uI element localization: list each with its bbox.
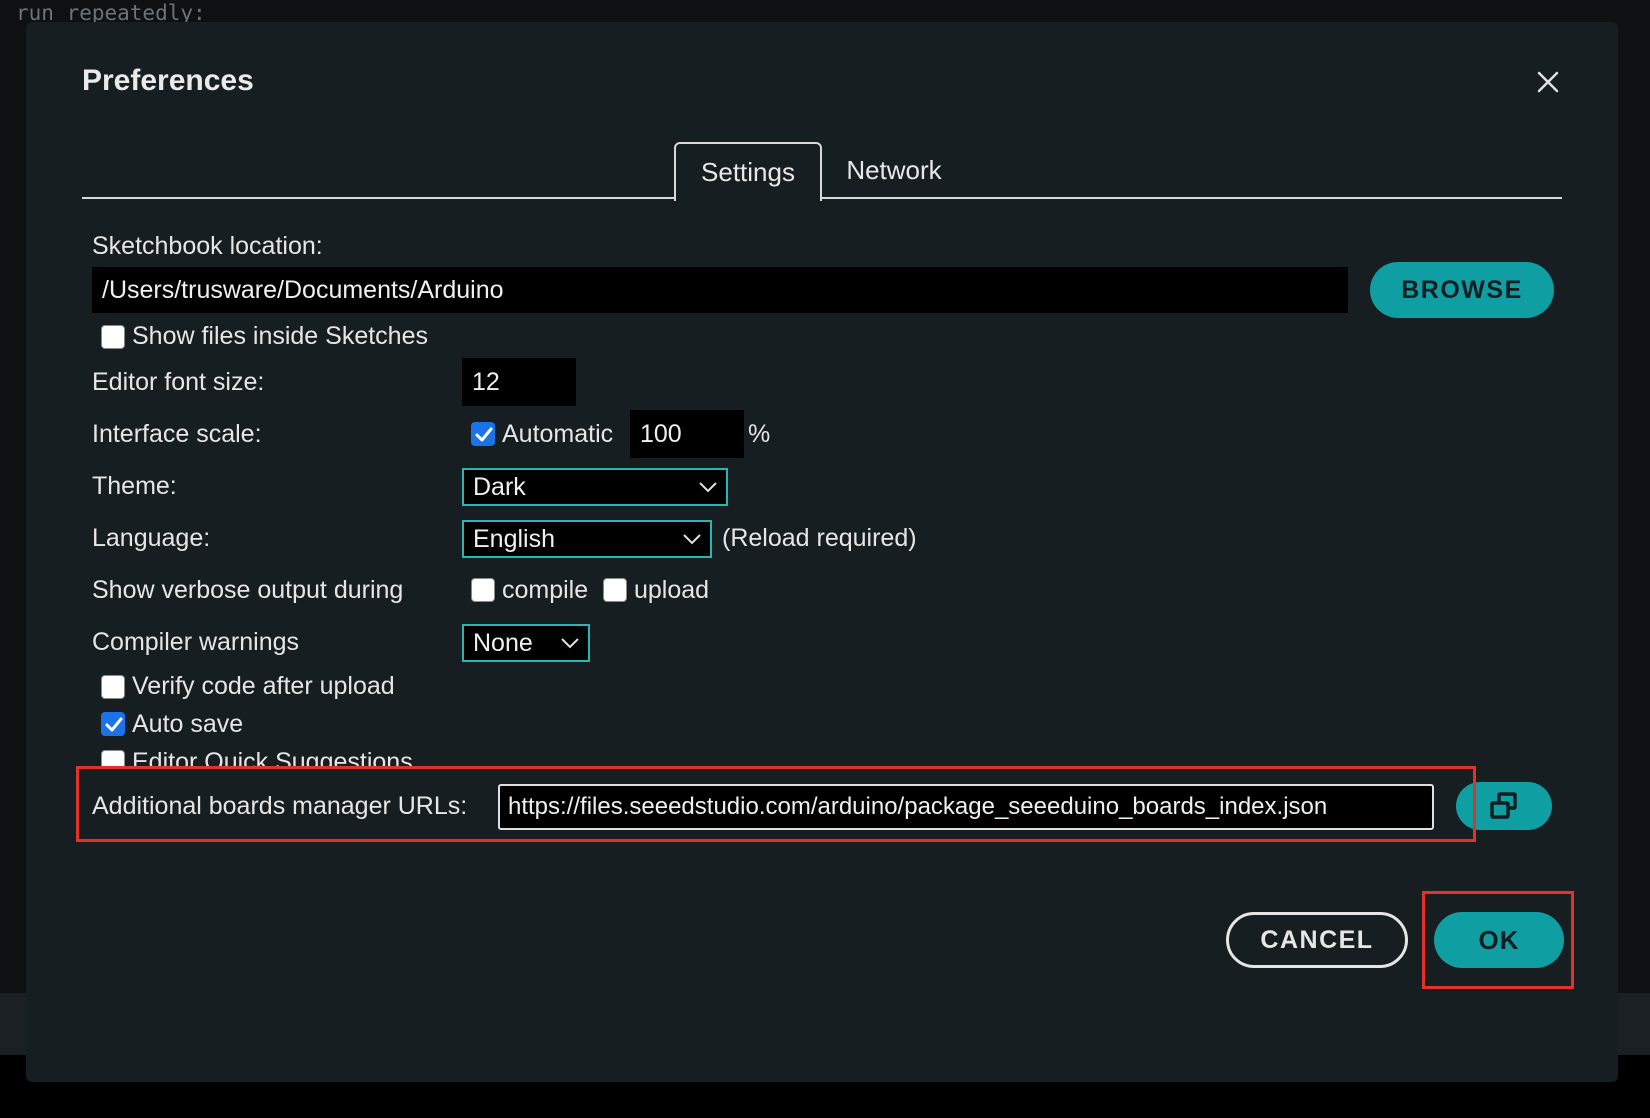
- compiler-warnings-select[interactable]: None: [462, 624, 590, 662]
- theme-select[interactable]: Dark: [462, 468, 728, 506]
- language-label: Language:: [92, 524, 211, 552]
- verbose-compile-label: compile: [502, 576, 589, 604]
- browse-button[interactable]: BROWSE: [1370, 262, 1554, 318]
- automatic-scale-checkbox[interactable]: [471, 422, 495, 446]
- checkmark-icon: [475, 427, 493, 442]
- sketchbook-location-input[interactable]: /Users/trusware/Documents/Arduino: [92, 267, 1348, 313]
- auto-save-label: Auto save: [132, 710, 244, 738]
- auto-save-checkbox[interactable]: [101, 712, 125, 736]
- language-select[interactable]: English: [462, 520, 712, 558]
- verbose-compile-checkbox[interactable]: [471, 578, 495, 602]
- percent-unit-label: %: [748, 420, 771, 448]
- compiler-warnings-label: Compiler warnings: [92, 628, 300, 656]
- show-files-checkbox[interactable]: [101, 325, 125, 349]
- language-selected-value: English: [473, 524, 555, 553]
- verbose-upload-checkbox[interactable]: [603, 578, 627, 602]
- chevron-down-icon: [683, 534, 701, 545]
- preferences-dialog: Preferences Settings Network Sketchbook …: [26, 22, 1618, 1082]
- sketchbook-label: Sketchbook location:: [92, 232, 323, 260]
- checkmark-icon: [105, 717, 123, 732]
- reload-required-note: (Reload required): [722, 524, 917, 552]
- boards-url-highlight: [76, 766, 1476, 842]
- theme-selected-value: Dark: [473, 472, 526, 501]
- dialog-title: Preferences: [82, 64, 254, 97]
- verbose-output-label: Show verbose output during: [92, 576, 404, 604]
- show-files-label: Show files inside Sketches: [132, 322, 428, 350]
- interface-scale-input[interactable]: 100: [630, 410, 744, 458]
- verify-after-upload-checkbox[interactable]: [101, 675, 125, 699]
- compiler-warnings-selected-value: None: [473, 628, 533, 657]
- verbose-upload-label: upload: [634, 576, 710, 604]
- chevron-down-icon: [699, 482, 717, 493]
- theme-label: Theme:: [92, 472, 177, 500]
- verify-after-upload-label: Verify code after upload: [132, 672, 395, 700]
- open-window-icon: [1490, 792, 1517, 819]
- automatic-scale-label: Automatic: [502, 420, 614, 448]
- tab-settings[interactable]: Settings: [674, 142, 822, 201]
- chevron-down-icon: [561, 638, 579, 649]
- cancel-button[interactable]: CANCEL: [1226, 912, 1408, 968]
- font-size-input[interactable]: 12: [462, 358, 576, 406]
- tabs-divider: [82, 197, 1562, 199]
- tab-network[interactable]: Network: [834, 142, 954, 199]
- close-button[interactable]: [1530, 64, 1566, 100]
- close-icon: [1537, 71, 1559, 93]
- font-size-label: Editor font size:: [92, 368, 265, 396]
- ok-button-highlight: [1422, 891, 1574, 989]
- interface-scale-label: Interface scale:: [92, 420, 262, 448]
